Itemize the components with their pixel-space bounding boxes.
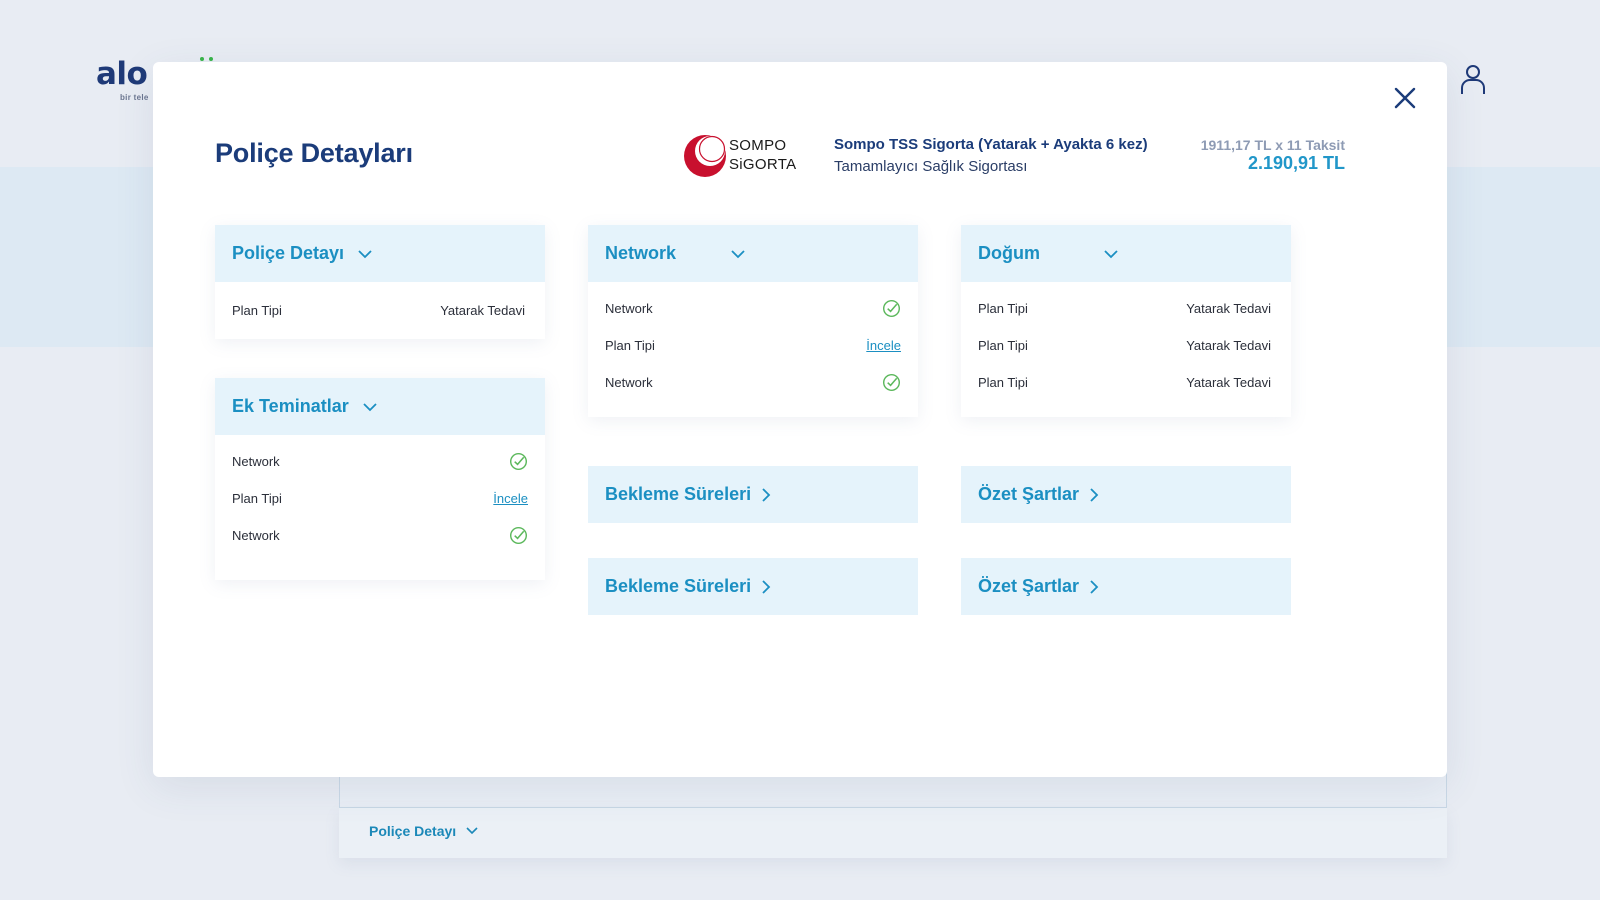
chevron-down-icon	[731, 249, 745, 258]
review-link[interactable]: İncele	[866, 338, 901, 353]
link-title: Bekleme Süreleri	[605, 576, 752, 596]
list-item: Plan Tipi Yatarak Tedavi	[978, 364, 1274, 401]
policy-name: Sompo TSS Sigorta (Yatarak + Ayakta 6 ke…	[834, 136, 1148, 153]
chevron-right-icon	[1090, 487, 1099, 502]
chevron-down-icon	[466, 827, 478, 835]
panel-header-dogum[interactable]: Doğum	[961, 225, 1291, 282]
brand-name-line1: SOMPO	[729, 137, 787, 154]
user-icon[interactable]	[1460, 64, 1486, 96]
background-policy-tab[interactable]: Poliçe Detayı	[339, 808, 1447, 858]
price-total: 2.190,91 TL	[1247, 153, 1345, 173]
list-item: Network	[605, 290, 901, 327]
row-value: Yatarak Tedavi	[1186, 375, 1271, 390]
chevron-right-icon	[1090, 579, 1099, 594]
row-label: Plan Tipi	[978, 375, 1028, 390]
list-item: Network	[605, 364, 901, 401]
waiting-periods-link-2[interactable]: Bekleme Süreleri	[588, 558, 918, 615]
list-item: Plan Tipi Yatarak Tedavi	[232, 292, 528, 329]
link-title: Özet Şartlar	[978, 484, 1080, 504]
summary-terms-link-1[interactable]: Özet Şartlar	[961, 466, 1291, 523]
panel-header-network[interactable]: Network	[588, 225, 918, 282]
panel-police-detayi: Poliçe Detayı Plan Tipi Yatarak Tedavi	[215, 225, 545, 339]
list-item: Plan Tipi İncele	[605, 327, 901, 364]
link-title: Özet Şartlar	[978, 576, 1080, 596]
row-label: Plan Tipi	[232, 303, 282, 318]
panel-network: Network Network Plan Tipi İncele Network	[588, 225, 918, 417]
check-circle-icon	[509, 452, 528, 471]
list-item: Plan Tipi İncele	[232, 480, 528, 517]
close-icon	[1394, 87, 1416, 109]
policy-details-modal: Poliçe Detayları SOMPO SiGORTA Sompo TSS…	[153, 62, 1447, 777]
row-value: Yatarak Tedavi	[1186, 338, 1271, 353]
list-item: Plan Tipi Yatarak Tedavi	[978, 290, 1274, 327]
row-label: Network	[232, 528, 280, 543]
background-policy-tab-label: Poliçe Detayı	[369, 823, 457, 839]
panel-title: Ek Teminatlar	[232, 396, 349, 416]
row-value: Yatarak Tedavi	[440, 303, 525, 318]
panel-ek-teminatlar: Ek Teminatlar Network Plan Tipi İncele N…	[215, 378, 545, 580]
site-logo-tagline: bir tele	[120, 93, 149, 102]
chevron-down-icon	[1104, 249, 1118, 258]
check-circle-icon	[882, 373, 901, 392]
row-label: Network	[232, 454, 280, 469]
panel-header-police-detayi[interactable]: Poliçe Detayı	[215, 225, 545, 282]
link-title: Bekleme Süreleri	[605, 484, 752, 504]
chevron-down-icon	[363, 402, 377, 411]
panel-title: Poliçe Detayı	[232, 243, 345, 263]
list-item: Network	[232, 517, 528, 554]
site-logo[interactable]: alo	[96, 56, 148, 92]
panel-title: Doğum	[978, 243, 1040, 263]
price-installment: 1911,17 TL x 11 Taksit	[1200, 137, 1345, 153]
list-item: Network	[232, 443, 528, 480]
check-circle-icon	[882, 299, 901, 318]
summary-terms-link-2[interactable]: Özet Şartlar	[961, 558, 1291, 615]
row-label: Plan Tipi	[232, 491, 282, 506]
list-item: Plan Tipi Yatarak Tedavi	[978, 327, 1274, 364]
insurer-brand: SOMPO SiGORTA	[683, 132, 803, 180]
row-label: Plan Tipi	[978, 301, 1028, 316]
row-label: Plan Tipi	[605, 338, 655, 353]
brand-name-line2: SiGORTA	[729, 156, 797, 173]
waiting-periods-link-1[interactable]: Bekleme Süreleri	[588, 466, 918, 523]
panel-dogum: Doğum Plan Tipi Yatarak Tedavi Plan Tipi…	[961, 225, 1291, 417]
chevron-down-icon	[358, 249, 372, 258]
chevron-right-icon	[762, 579, 771, 594]
review-link[interactable]: İncele	[493, 491, 528, 506]
sompo-logo-icon	[684, 135, 726, 177]
panel-title: Network	[605, 243, 677, 263]
row-label: Plan Tipi	[978, 338, 1028, 353]
chevron-right-icon	[762, 487, 771, 502]
modal-title: Poliçe Detayları	[215, 138, 413, 168]
check-circle-icon	[509, 526, 528, 545]
policy-type: Tamamlayıcı Sağlık Sigortası	[834, 158, 1028, 175]
background-band-right	[1447, 167, 1600, 347]
close-button[interactable]	[1391, 84, 1419, 112]
panel-header-ek-teminatlar[interactable]: Ek Teminatlar	[215, 378, 545, 435]
row-value: Yatarak Tedavi	[1186, 301, 1271, 316]
row-label: Network	[605, 301, 653, 316]
row-label: Network	[605, 375, 653, 390]
